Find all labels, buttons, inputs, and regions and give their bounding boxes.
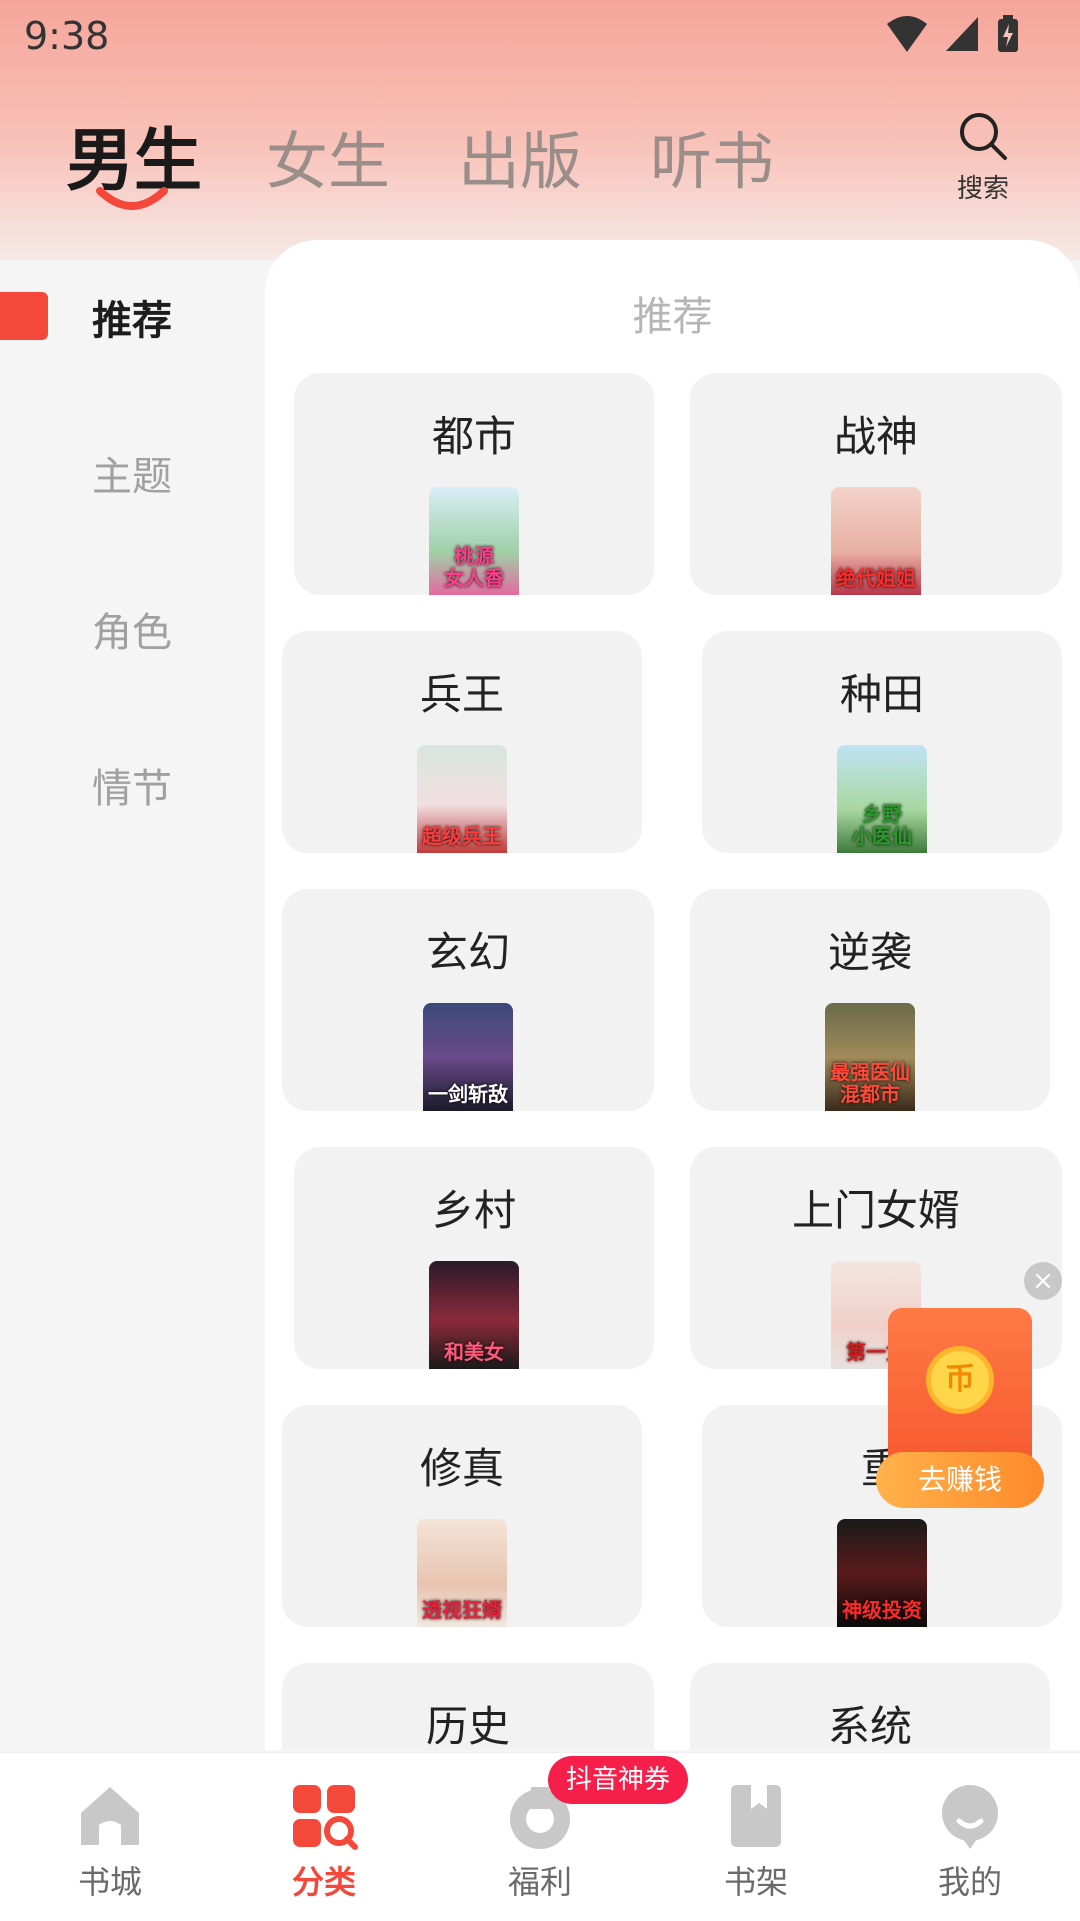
section-title: 推荐: [632, 294, 713, 340]
search-icon: [960, 113, 1007, 160]
promo-badge: 抖音神券: [548, 1756, 689, 1804]
category-card-xuanhuan[interactable]: 玄幻 一剑斩敌: [282, 889, 654, 1111]
wifi-icon: [887, 16, 927, 52]
nav-category[interactable]: 分类: [254, 1781, 394, 1903]
category-card-xiangcun[interactable]: 乡村 和美女: [294, 1147, 654, 1369]
bookshelf-icon: [721, 1781, 791, 1851]
tab-female[interactable]: 女生: [266, 111, 390, 201]
top-tab-bar: 男生 女生 出版 听书: [0, 105, 1080, 225]
tab-audiobook[interactable]: 听书: [650, 111, 774, 201]
profile-icon: [935, 1781, 1005, 1851]
book-cover: 神级投资: [837, 1519, 927, 1627]
category-sidebar: 推荐 主题 角色 情节: [0, 240, 265, 1750]
category-grid-icon: [289, 1781, 359, 1851]
book-cover: 绝代姐姐: [831, 487, 921, 595]
tab-publish[interactable]: 出版: [458, 111, 582, 201]
book-cover: 最强医仙 混都市: [825, 1003, 915, 1111]
search-label: 搜索: [956, 174, 1009, 204]
bottom-navigation: 书城 分类 福利 书架 我的: [0, 1752, 1080, 1921]
floating-reward-widget: × 币 去赚钱: [876, 1262, 1080, 1522]
tab-male[interactable]: 男生: [66, 105, 202, 210]
category-card-xiuzhen[interactable]: 修真 透视狂婿: [282, 1405, 642, 1627]
sidebar-item-theme[interactable]: 主题: [0, 396, 265, 500]
book-cover: 透视狂婿: [417, 1519, 507, 1627]
category-card-nixi[interactable]: 逆袭 最强医仙 混都市: [690, 889, 1050, 1111]
status-time: 9:38: [24, 14, 110, 58]
category-card-xitong[interactable]: 系统: [690, 1663, 1050, 1750]
category-card-dushi[interactable]: 都市 桃源 女人香: [294, 373, 654, 595]
nav-bookstore[interactable]: 书城: [40, 1781, 180, 1903]
home-icon: [75, 1781, 145, 1851]
sidebar-item-plot[interactable]: 情节: [0, 708, 265, 812]
status-bar: 9:38: [0, 0, 1080, 72]
category-card-zhongtian[interactable]: 种田 乡野 小医仙: [702, 631, 1062, 853]
nav-bookshelf[interactable]: 书架: [686, 1781, 826, 1903]
active-indicator: [0, 292, 48, 340]
category-card-lishi[interactable]: 历史: [282, 1663, 654, 1750]
close-button[interactable]: ×: [1024, 1262, 1062, 1300]
category-card-bingwang[interactable]: 兵王 超级兵王: [282, 631, 642, 853]
sidebar-item-recommend[interactable]: 推荐: [0, 240, 265, 344]
category-panel: 推荐 都市 桃源 女人香 战神 绝代姐姐 兵王 超级兵王 种田 乡野 小医仙 玄…: [265, 240, 1080, 1750]
sidebar-item-role[interactable]: 角色: [0, 552, 265, 656]
category-card-zhanshen[interactable]: 战神 绝代姐姐: [690, 373, 1062, 595]
cell-signal-icon: [946, 17, 978, 51]
book-cover: 一剑斩敌: [423, 1003, 513, 1111]
active-tab-underline-icon: [96, 187, 168, 210]
book-cover: 超级兵王: [417, 745, 507, 853]
book-cover: 乡野 小医仙: [837, 745, 927, 853]
earn-money-button[interactable]: 去赚钱: [876, 1452, 1044, 1508]
coin-icon: 币: [926, 1346, 994, 1414]
book-cover: 桃源 女人香: [429, 487, 519, 595]
battery-icon: [998, 15, 1018, 52]
search-button[interactable]: 搜索: [938, 110, 1028, 205]
nav-profile[interactable]: 我的: [900, 1781, 1040, 1903]
book-cover: 和美女: [429, 1261, 519, 1369]
